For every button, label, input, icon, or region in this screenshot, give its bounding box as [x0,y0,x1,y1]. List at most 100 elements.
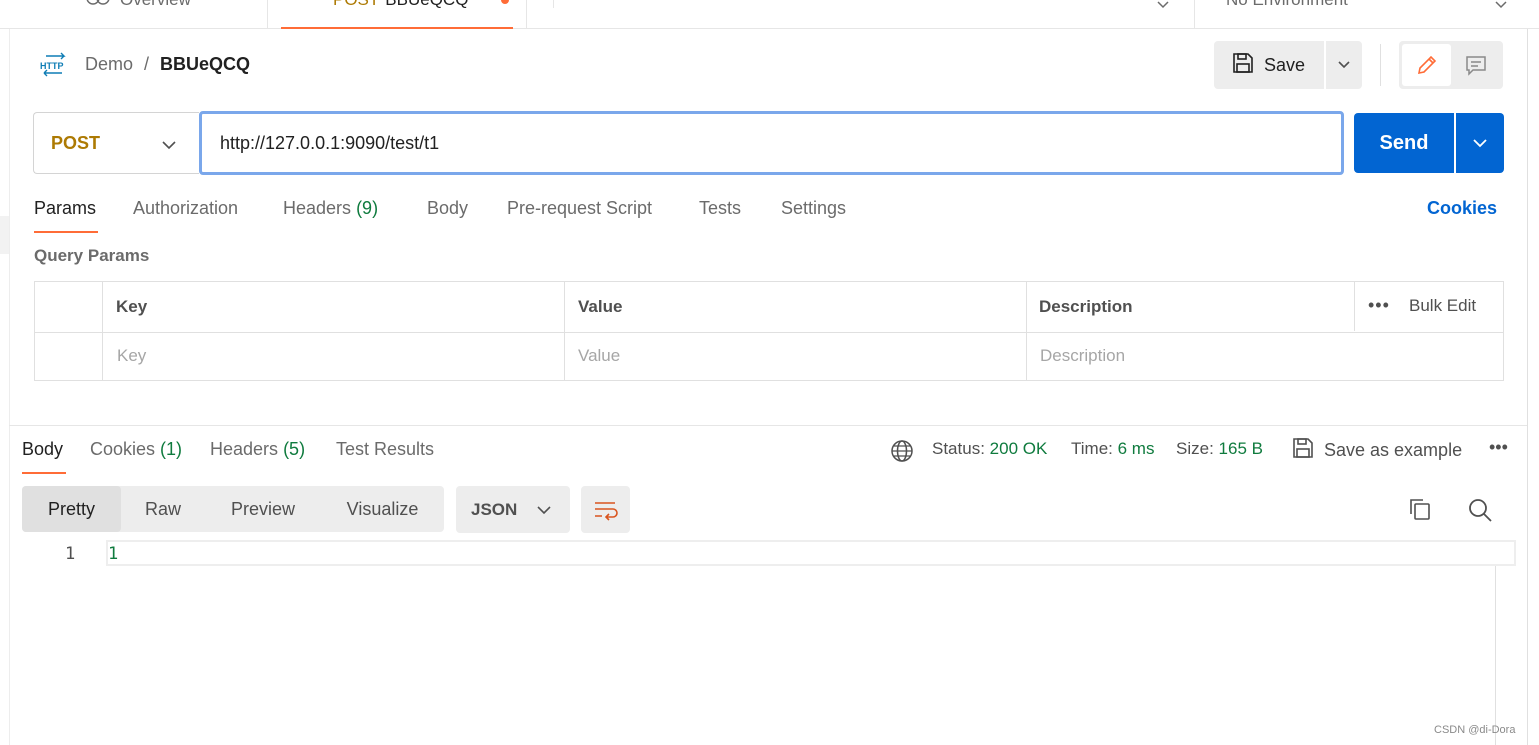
right-panel-border [1527,29,1528,745]
size-readout[interactable]: Size: 165 B [1176,439,1263,459]
environment-select[interactable]: No Environment [1226,0,1348,10]
chevron-down-icon [1473,139,1487,148]
breadcrumb-parent[interactable]: Demo [85,54,133,75]
chevron-down-icon [536,501,552,521]
active-response-tab-indicator [22,472,66,474]
table-row: Key Value Description [35,332,1503,381]
response-body-code[interactable]: 1 [108,544,118,564]
size-label: Size: [1176,439,1214,458]
method-select[interactable]: POST [33,112,199,174]
tab-pre-request-script[interactable]: Pre-request Script [507,198,652,219]
tab-params-label: Params [34,198,97,218]
tab-overview[interactable]: Overview [86,0,191,10]
tab-headers-label: Headers [283,198,352,218]
tab-strip: Overview POST BBUeQCQ No Environment [0,0,1539,29]
http-icon: HTTP [40,52,68,78]
view-preview-button[interactable]: Preview [205,486,321,532]
active-tab-indicator [34,231,98,233]
send-button[interactable]: Send [1354,113,1454,173]
response-tab-test-results-label: Test Results [336,439,435,459]
tab-authorization[interactable]: Authorization [133,198,238,219]
send-options-button[interactable] [1456,113,1504,173]
response-divider[interactable] [9,425,1527,426]
comment-icon [1465,56,1486,76]
query-params-title: Query Params [34,246,150,265]
comments-button[interactable] [1451,44,1500,86]
tab-tests-label: Tests [699,198,742,218]
chevron-down-icon [161,135,177,156]
tab-method: POST [333,0,379,9]
url-input[interactable] [199,111,1344,175]
response-tab-cookies[interactable]: Cookies (1) [90,439,182,460]
column-header-value: Value [578,297,623,316]
response-tab-body-label: Body [22,439,64,459]
description-input[interactable]: Description [1040,346,1125,366]
current-line-highlight [106,540,1516,566]
mode-toggle [1399,41,1503,89]
wrap-lines-icon [594,501,618,521]
breadcrumb-current[interactable]: BBUeQCQ [160,54,250,75]
overview-icon [86,0,112,10]
save-options-button[interactable] [1326,41,1362,89]
save-icon [1232,52,1254,79]
tab-tests[interactable]: Tests [699,198,741,219]
copy-icon[interactable] [1408,497,1432,526]
editor-scroll-track[interactable] [1495,566,1496,745]
tabs-chevron-down-icon[interactable] [1156,0,1170,15]
tab-settings-label: Settings [781,198,847,218]
tab-params[interactable]: Params [34,198,96,219]
status-label: Status: [932,439,985,458]
pencil-icon [1417,55,1436,75]
save-as-example-label: Save as example [1324,440,1463,460]
chevron-down-icon [1338,61,1350,69]
response-tab-headers-count: (5) [283,439,306,459]
view-mode-group: Pretty Raw Preview Visualize [22,486,444,532]
tab-body[interactable]: Body [427,198,468,219]
response-tab-test-results[interactable]: Test Results [336,439,434,460]
save-icon [1292,437,1314,464]
globe-icon[interactable] [890,439,914,468]
tab-request-active[interactable]: POST BBUeQCQ [281,0,513,29]
status-readout[interactable]: Status: 200 OK [932,439,1047,459]
time-readout[interactable]: Time: 6 ms [1071,439,1154,459]
tab-divider [526,0,527,28]
more-options-icon[interactable]: ••• [1368,295,1390,316]
tab-overview-label: Overview [120,0,191,10]
search-icon[interactable] [1467,497,1493,528]
tab-headers[interactable]: Headers (9) [283,198,378,219]
response-tab-headers[interactable]: Headers (5) [210,439,305,460]
tab-settings[interactable]: Settings [781,198,846,219]
sidebar-border [9,29,10,745]
query-params-table: Key Value Description ••• Bulk Edit Key … [34,281,1504,381]
view-raw-button[interactable]: Raw [121,486,205,532]
tab-request-name: BBUeQCQ [385,0,468,9]
wrap-lines-button[interactable] [581,486,630,533]
save-as-example-button[interactable]: Save as example [1292,437,1462,464]
column-header-description: Description [1039,297,1133,316]
view-pretty-button[interactable]: Pretty [22,486,121,532]
response-tab-body[interactable]: Body [22,439,63,460]
edit-mode-button[interactable] [1402,44,1451,86]
save-button[interactable]: Save [1214,41,1324,89]
response-more-icon[interactable]: ••• [1489,437,1508,458]
environment-chevron-down-icon[interactable] [1494,0,1508,15]
table-header-row: Key Value Description ••• Bulk Edit [35,282,1503,331]
sidebar-collapse-handle[interactable] [0,216,9,254]
response-tab-cookies-count: (1) [160,439,183,459]
value-input[interactable]: Value [578,346,620,366]
size-value: 165 B [1218,439,1263,458]
view-visualize-button[interactable]: Visualize [321,486,444,532]
format-select[interactable]: JSON [456,486,570,533]
bulk-edit-button[interactable]: Bulk Edit [1409,296,1476,316]
status-value: 200 OK [989,439,1048,458]
key-input[interactable]: Key [117,346,146,366]
method-value: POST [51,132,101,153]
http-icon-text: HTTP [40,61,64,71]
format-value: JSON [471,499,518,519]
cookies-link[interactable]: Cookies [1427,198,1497,219]
toolbar-divider [1380,44,1381,86]
tab-pre-request-script-label: Pre-request Script [507,198,653,218]
save-label: Save [1264,54,1306,75]
new-tab-plus-icon[interactable] [553,0,554,8]
tab-headers-count: (9) [356,198,379,218]
